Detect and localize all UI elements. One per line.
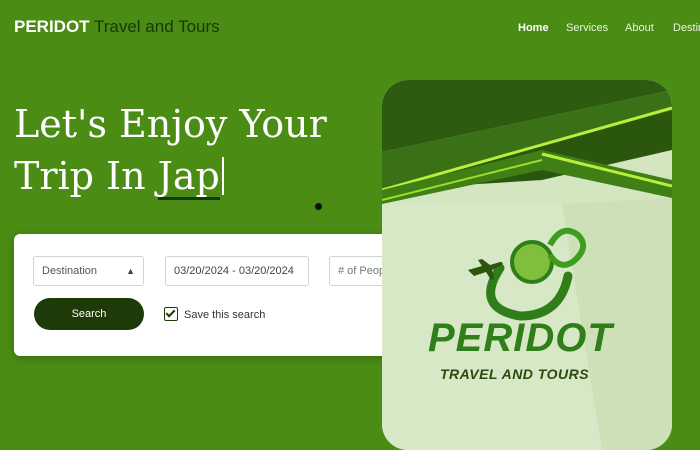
save-search-checkbox[interactable]: Save this search bbox=[164, 307, 265, 321]
logo-wordmark: PERIDOT bbox=[428, 316, 613, 360]
hero-line-2-prefix: Trip In bbox=[14, 154, 146, 198]
brand-tagline: Travel and Tours bbox=[93, 17, 220, 36]
mouse-pointer-dot bbox=[315, 203, 322, 210]
select-arrows-icon: ▲ bbox=[126, 266, 135, 276]
nav-about[interactable]: About bbox=[625, 22, 654, 34]
brand-name: PERIDOT bbox=[14, 17, 90, 36]
search-button[interactable]: Search bbox=[34, 298, 144, 330]
hero-line-2: Trip In Jap bbox=[14, 150, 354, 202]
checkbox-checked-icon[interactable] bbox=[164, 307, 178, 321]
date-range-value: 03/20/2024 - 03/20/2024 bbox=[174, 265, 294, 277]
logo-subtitle: TRAVEL AND TOURS bbox=[440, 366, 590, 382]
save-search-label: Save this search bbox=[184, 309, 266, 321]
search-card: Destination ▲ 03/20/2024 - 03/20/2024 # … bbox=[14, 234, 428, 356]
hero-line-1: Let's Enjoy Your bbox=[14, 102, 327, 146]
typed-underline bbox=[157, 197, 220, 200]
date-range-input[interactable]: 03/20/2024 - 03/20/2024 bbox=[165, 256, 309, 286]
promo-background bbox=[382, 80, 672, 450]
typing-cursor bbox=[221, 157, 224, 195]
destination-select[interactable]: Destination ▲ bbox=[33, 256, 144, 286]
nav-home[interactable]: Home bbox=[518, 22, 549, 34]
brand-logo[interactable]: PERIDOT Travel and Tours bbox=[14, 17, 220, 37]
nav-destinations[interactable]: Destin bbox=[673, 22, 700, 34]
promo-phone-panel: PERIDOT TRAVEL AND TOURS bbox=[382, 80, 672, 450]
hero-headline: Let's Enjoy Your Trip In Jap bbox=[14, 98, 354, 202]
nav-services[interactable]: Services bbox=[566, 22, 608, 34]
typed-text: Jap bbox=[157, 150, 220, 202]
destination-value: Destination bbox=[42, 265, 98, 277]
typed-word: Jap bbox=[157, 154, 220, 198]
